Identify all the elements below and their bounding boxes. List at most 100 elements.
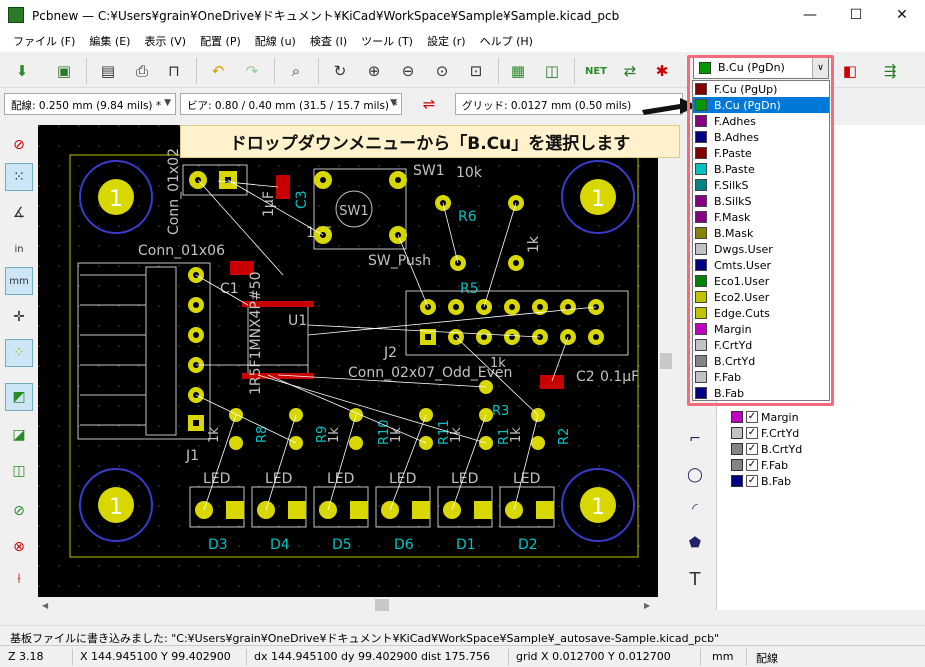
checkbox-check-icon[interactable]: ✓ [746, 443, 758, 455]
layer-option[interactable]: F.Mask [693, 209, 829, 225]
checkbox-check-icon[interactable]: ✓ [746, 475, 758, 487]
plot-icon[interactable]: ⊓ [160, 57, 188, 85]
zone-fill-icon[interactable]: ◩ [5, 383, 33, 411]
via-size-select[interactable]: ビア: 0.80 / 0.40 mm (31.5 / 15.7 mils) * ▼ [180, 93, 402, 115]
layer-option[interactable]: Cmts.User [693, 257, 829, 273]
find-icon[interactable]: ⌕ [282, 57, 310, 85]
maximize-button[interactable]: ☐ [833, 0, 879, 30]
draw-arc-icon[interactable]: ◜ [681, 495, 709, 523]
layer-option[interactable]: Edge.Cuts [693, 305, 829, 321]
menu-edit[interactable]: 編集 (E) [82, 33, 137, 49]
menu-view[interactable]: 表示 (V) [137, 33, 193, 49]
menu-place[interactable]: 配置 (P) [193, 33, 248, 49]
hole-number: 1 [109, 495, 123, 520]
layer-option[interactable]: F.Cu (PgUp) [693, 81, 829, 97]
drc-bug-icon[interactable]: ✱ [648, 57, 676, 85]
layer-option[interactable]: B.SilkS [693, 193, 829, 209]
zoom-selection-icon[interactable]: ⊡ [462, 57, 490, 85]
netlist-icon[interactable]: NET [582, 57, 610, 85]
cursor-shape-icon[interactable]: ✛ [5, 303, 33, 331]
footprint-viewer-icon[interactable]: ◫ [538, 57, 566, 85]
zoom-out-icon[interactable]: ⊖ [394, 57, 422, 85]
drc-off-icon[interactable]: ⊘ [5, 131, 33, 159]
vertical-scrollbar[interactable] [658, 125, 675, 597]
ratsnest-icon[interactable]: ⁘ [5, 339, 33, 367]
draw-polygon-icon[interactable]: ⬟ [681, 529, 709, 557]
footprint-editor-icon[interactable]: ▦ [504, 57, 532, 85]
auto-track-width-icon[interactable]: ⇌ [415, 90, 443, 118]
layer-option[interactable]: F.Fab [693, 369, 829, 385]
menu-help[interactable]: ヘルプ (H) [473, 33, 540, 49]
pcb-drawing[interactable]: 1 1 1 1 Conn_01x06 J1 Conn_01x02 C1 C3 1… [38, 125, 658, 597]
menu-file[interactable]: ファイル (F) [6, 33, 82, 49]
save-icon[interactable]: ⬇ [8, 57, 36, 85]
mm-units-icon[interactable]: mm [5, 267, 33, 295]
layer-option[interactable]: F.Paste [693, 145, 829, 161]
layer-select-combobox[interactable]: B.Cu (PgDn) ∨ [693, 57, 829, 79]
layer-option[interactable]: B.Cu (PgDn) [693, 97, 829, 113]
scroll-thumb[interactable] [660, 353, 672, 369]
scripting-icon[interactable]: ⇶ [876, 57, 904, 85]
add-text-icon[interactable]: T [681, 565, 709, 593]
close-button[interactable]: ✕ [879, 0, 925, 30]
layer-option[interactable]: F.Adhes [693, 113, 829, 129]
layer-option[interactable]: B.Mask [693, 225, 829, 241]
layer-option[interactable]: Eco1.User [693, 273, 829, 289]
layer-option[interactable]: B.Adhes [693, 129, 829, 145]
zoom-fit-icon[interactable]: ⊙ [428, 57, 456, 85]
track-sketch-icon[interactable]: ⟊ [5, 565, 33, 593]
pcb-canvas[interactable]: 1 1 1 1 Conn_01x06 J1 Conn_01x02 C1 C3 1… [38, 125, 658, 597]
update-pcb-icon[interactable]: ⇄ [616, 57, 644, 85]
layer-swatch [731, 475, 743, 487]
layer-dropdown-list: F.Cu (PgUp) B.Cu (PgDn) F.Adhes B.Adhes … [692, 80, 830, 401]
layer-swatch [699, 62, 711, 74]
zone-outline-icon[interactable]: ◪ [5, 421, 33, 449]
menu-tools[interactable]: ツール (T) [354, 33, 420, 49]
checkbox-check-icon[interactable]: ✓ [746, 459, 758, 471]
layer-option[interactable]: B.Fab [693, 385, 829, 401]
layer-option[interactable]: F.SilkS [693, 177, 829, 193]
minimize-button[interactable]: — [787, 0, 833, 30]
layer-option[interactable]: F.CrtYd [693, 337, 829, 353]
panel-layer-row[interactable]: ✓ F.Fab [731, 457, 788, 473]
horizontal-scrollbar[interactable]: ◀ ▶ [38, 597, 658, 614]
layer-swatch [695, 371, 707, 383]
panel-layer-row[interactable]: ✓ B.CrtYd [731, 441, 802, 457]
layer-option[interactable]: Dwgs.User [693, 241, 829, 257]
panel-layer-row[interactable]: ✓ B.Fab [731, 473, 791, 489]
scroll-thumb[interactable] [375, 599, 389, 611]
refresh-icon[interactable]: ↻ [326, 57, 354, 85]
scroll-left-icon[interactable]: ◀ [42, 601, 48, 610]
undo-icon[interactable]: ↶ [204, 57, 232, 85]
panel-layer-row[interactable]: ✓ F.CrtYd [731, 425, 799, 441]
page-settings-icon[interactable]: ▤ [94, 57, 122, 85]
polar-coords-icon[interactable]: ∡ [5, 199, 33, 227]
layer-option-label: B.Paste [714, 162, 755, 176]
pad-sketch-icon[interactable]: ⊘ [5, 497, 33, 525]
track-width-select[interactable]: 配線: 0.250 mm (9.84 mils) * ▼ [4, 93, 176, 115]
layer-pair-icon[interactable]: ◧ [836, 57, 864, 85]
chevron-down-icon[interactable]: ∨ [812, 58, 828, 78]
inch-units-icon[interactable]: in [5, 235, 33, 263]
menu-preferences[interactable]: 設定 (r) [420, 33, 473, 49]
panel-layer-row[interactable]: ✓ Margin [731, 409, 799, 425]
redo-icon[interactable]: ↷ [238, 57, 266, 85]
layer-option[interactable]: B.CrtYd [693, 353, 829, 369]
checkbox-check-icon[interactable]: ✓ [746, 427, 758, 439]
via-sketch-icon[interactable]: ⊗ [5, 533, 33, 561]
layer-option[interactable]: Eco2.User [693, 289, 829, 305]
board-setup-icon[interactable]: ▣ [50, 57, 78, 85]
scroll-right-icon[interactable]: ▶ [644, 601, 650, 610]
hole-number: 1 [591, 187, 605, 212]
menu-route[interactable]: 配線 (u) [248, 33, 303, 49]
print-icon[interactable]: ⎙ [128, 57, 156, 85]
menu-inspect[interactable]: 検査 (I) [303, 33, 354, 49]
draw-line-icon[interactable]: ⌐ [681, 425, 709, 453]
checkbox-check-icon[interactable]: ✓ [746, 411, 758, 423]
layer-option[interactable]: B.Paste [693, 161, 829, 177]
zoom-in-icon[interactable]: ⊕ [360, 57, 388, 85]
zone-hatched-icon[interactable]: ◫ [5, 457, 33, 485]
draw-circle-icon[interactable]: ◯ [681, 461, 709, 489]
grid-toggle-icon[interactable]: ⁙ [5, 163, 33, 191]
layer-option[interactable]: Margin [693, 321, 829, 337]
